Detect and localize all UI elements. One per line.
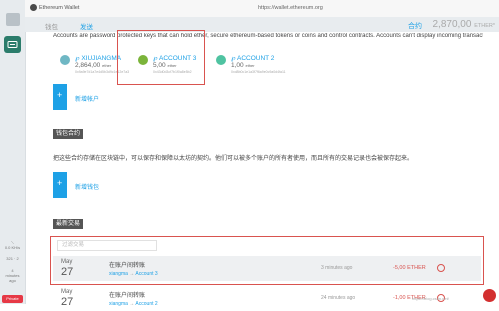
tx-from[interactable]: xiangma [109, 301, 128, 307]
balance-value: 2,870,00 [432, 19, 472, 30]
watermark-text: https://blog.csdn.net/ [412, 296, 449, 301]
account-balance: 1,00 ether [231, 62, 255, 69]
tx-title: 在账户间转账 [109, 293, 146, 299]
tx-parties: xiangma → Account 2 [109, 301, 158, 307]
account-address: 0xd8b0c1e1a3f7f6a9e0c9a0d4fa11 [231, 70, 286, 74]
network-badge: Private [2, 295, 23, 303]
url-display: https://wallet.ethereum.org [258, 5, 323, 11]
wallet-app-icon[interactable] [4, 36, 21, 53]
main-nav: 钱包 发送 合约 2,870,00 ETHER* [25, 17, 499, 32]
account-name: ℘ XIUJIANGMA [75, 55, 122, 62]
hashrate-text: 0.0 KH/s [4, 245, 21, 250]
tx-day: 27 [61, 296, 74, 308]
total-balance: 2,870,00 ETHER* [433, 19, 496, 30]
new-wallet-button[interactable]: + [53, 172, 67, 198]
wallet-contracts-heading: 钱包合约 [53, 129, 84, 139]
block-status: 321 · 2 [6, 256, 19, 261]
account-name: ℘ ACCOUNT 2 [231, 55, 275, 62]
plus-icon: + [57, 90, 63, 100]
ethereum-logo-icon [30, 4, 37, 11]
latest-transactions-heading: 最新交易 [53, 219, 84, 229]
tx-time: 24 minutes ago [321, 295, 356, 301]
nav-wallets[interactable]: 钱包 [45, 21, 58, 31]
window-title: Ethereum Wallet [39, 5, 80, 11]
last-block-time: 4 minutes ago [5, 268, 20, 283]
nav-send[interactable]: 发送 [80, 21, 93, 31]
account-3-highlight-box [117, 30, 205, 85]
floating-action-button[interactable] [483, 289, 496, 302]
identicon [60, 55, 70, 65]
transactions-highlight-box [50, 236, 484, 285]
tx-to[interactable]: Account 2 [135, 301, 157, 307]
wallet-icon [7, 41, 18, 48]
nav-contracts[interactable]: 合约 [408, 21, 422, 31]
new-account-button[interactable]: + [53, 84, 67, 110]
plus-icon: + [57, 178, 63, 188]
arrow-right-icon: → [129, 301, 135, 307]
wallet-contracts-description: 把这些合约存储在区块链中，可以保存和保障以太坊的契约。他们可以被多个账户的所有者… [53, 156, 414, 162]
identicon [216, 55, 226, 65]
tx-month: May [61, 289, 73, 295]
title-bar: Ethereum Wallet https://wallet.ethereum.… [25, 0, 499, 18]
sidebar: ⟍ 0.0 KH/s 321 · 2 4 minutes ago Private [0, 0, 26, 304]
new-wallet-label[interactable]: 新增钱包 [75, 182, 99, 191]
balance-unit: ETHER* [474, 23, 495, 29]
peers-status: ⟍ 0.0 KH/s [0, 240, 25, 250]
account-balance: 2,864,00 ether [75, 62, 112, 69]
sidebar-tab[interactable] [6, 13, 20, 26]
new-account-label[interactable]: 新增帐户 [75, 94, 99, 103]
